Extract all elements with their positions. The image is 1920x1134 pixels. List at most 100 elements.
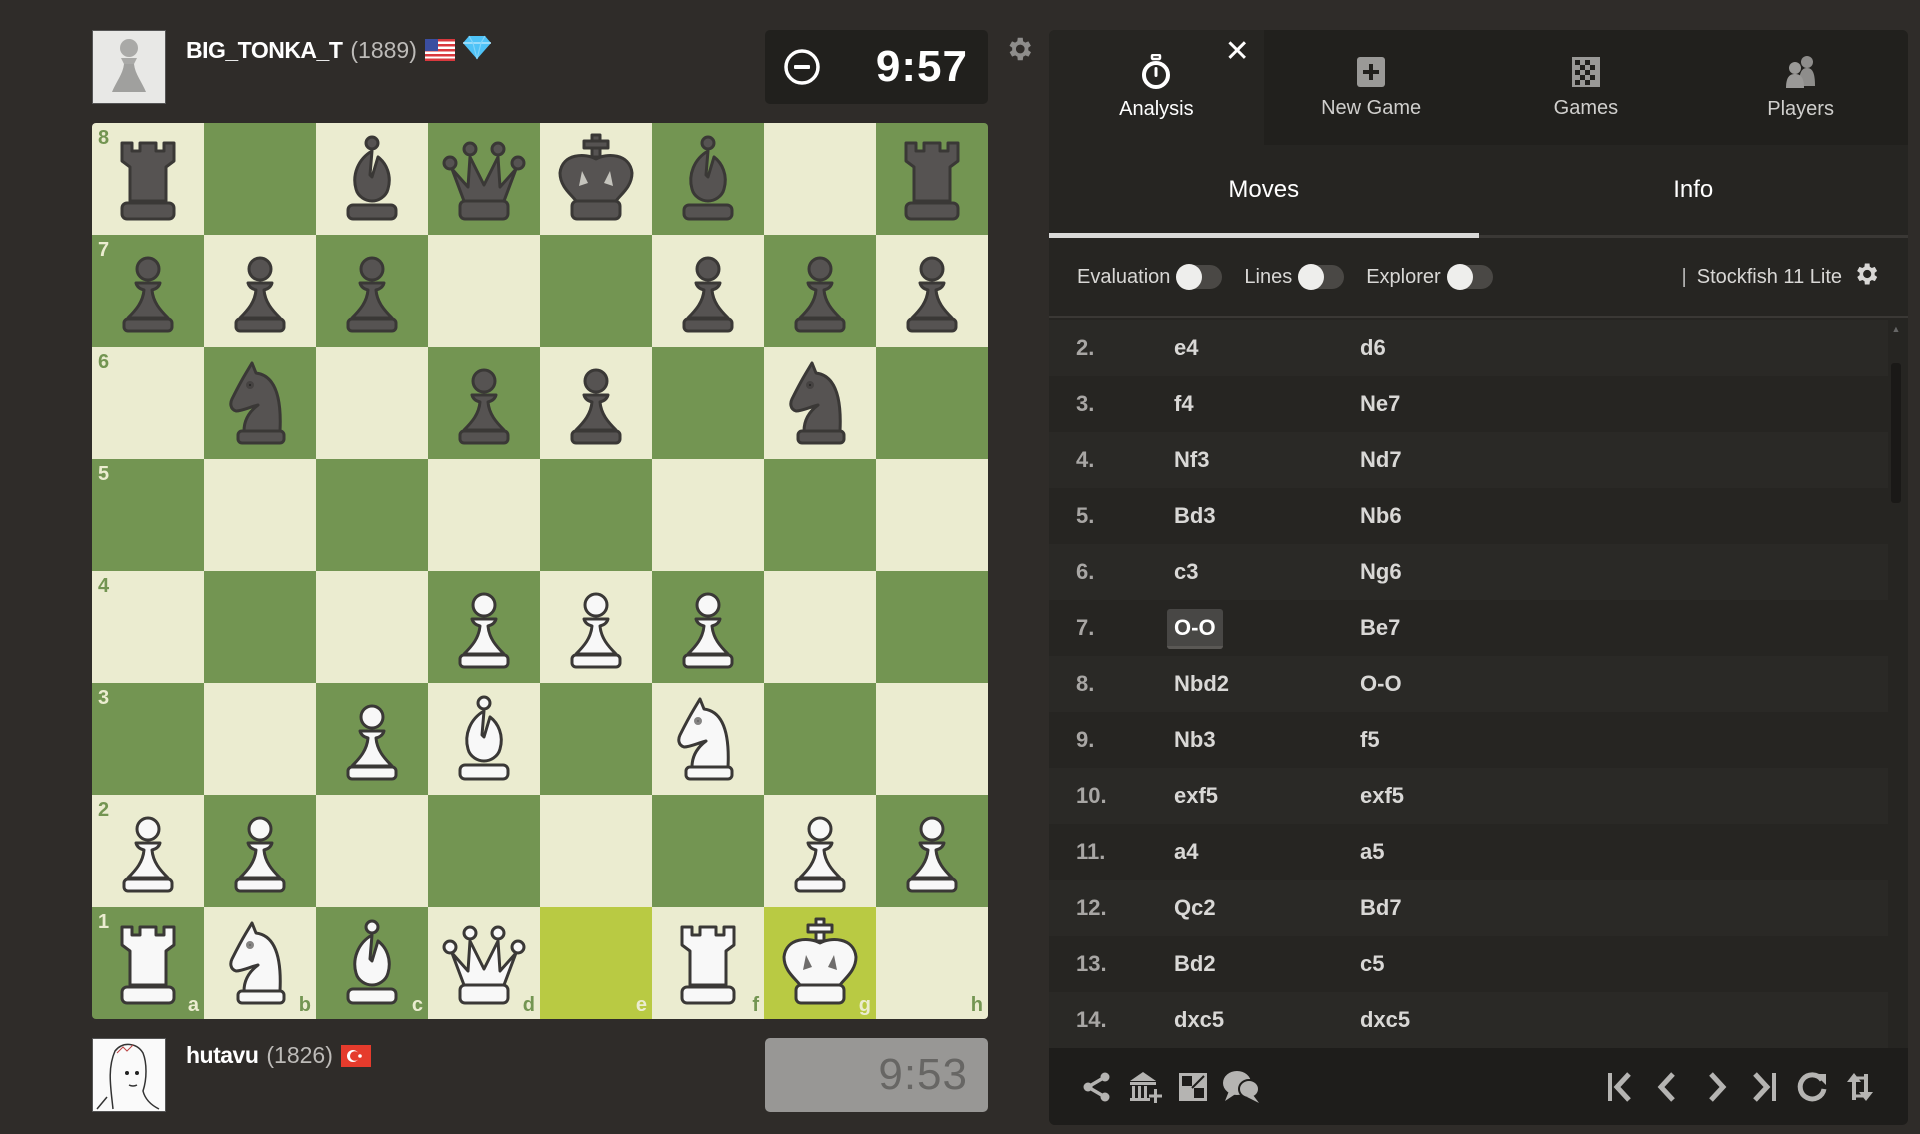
white-move[interactable]: Nb3 (1167, 721, 1223, 758)
top-player-avatar[interactable] (92, 30, 166, 104)
square-c8[interactable] (316, 123, 428, 235)
black-rook-icon[interactable] (98, 129, 198, 229)
engine-settings-gear-icon[interactable] (1852, 260, 1880, 294)
square-c1[interactable]: c (316, 907, 428, 1019)
black-pawn-icon[interactable] (322, 241, 422, 341)
lines-toggle[interactable] (1298, 264, 1345, 290)
white-rook-icon[interactable] (658, 913, 758, 1013)
white-move[interactable]: Qc2 (1167, 889, 1223, 926)
evaluation-toggle[interactable] (1176, 264, 1223, 290)
white-pawn-icon[interactable] (770, 801, 870, 901)
scroll-up-icon[interactable]: ▲ (1890, 324, 1902, 334)
square-f8[interactable] (652, 123, 764, 235)
white-knight-icon[interactable] (210, 913, 310, 1013)
close-icon[interactable]: ✕ (1225, 34, 1250, 69)
square-c2[interactable] (316, 795, 428, 907)
square-c5[interactable] (316, 459, 428, 571)
square-g3[interactable] (764, 683, 876, 795)
chat-icon[interactable] (1221, 1067, 1261, 1107)
square-f5[interactable] (652, 459, 764, 571)
black-move[interactable]: Nb6 (1353, 497, 1409, 534)
square-h3[interactable] (876, 683, 988, 795)
square-a4[interactable]: 4 (92, 571, 204, 683)
square-g1[interactable]: g (764, 907, 876, 1019)
square-e8[interactable] (540, 123, 652, 235)
black-pawn-icon[interactable] (98, 241, 198, 341)
white-move[interactable]: c3 (1167, 553, 1205, 590)
square-g6[interactable] (764, 347, 876, 459)
black-move[interactable]: c5 (1353, 945, 1391, 982)
square-b4[interactable] (204, 571, 316, 683)
white-move[interactable]: e4 (1167, 329, 1205, 366)
nav-analysis[interactable]: Analysis ✕ (1049, 30, 1264, 145)
white-king-icon[interactable] (770, 913, 870, 1013)
previous-move-icon[interactable] (1648, 1067, 1688, 1107)
square-e7[interactable] (540, 235, 652, 347)
white-pawn-icon[interactable] (434, 577, 534, 677)
square-f1[interactable]: f (652, 907, 764, 1019)
first-move-icon[interactable] (1600, 1067, 1640, 1107)
bottom-player-name[interactable]: hutavu (186, 1042, 259, 1069)
square-d2[interactable] (428, 795, 540, 907)
explorer-toggle[interactable] (1446, 264, 1493, 290)
white-move[interactable]: a4 (1167, 833, 1205, 870)
square-e6[interactable] (540, 347, 652, 459)
square-h2[interactable] (876, 795, 988, 907)
flip-board-icon[interactable] (1840, 1067, 1880, 1107)
white-pawn-icon[interactable] (882, 801, 982, 901)
black-king-icon[interactable] (546, 129, 646, 229)
square-a7[interactable]: 7 (92, 235, 204, 347)
white-move[interactable]: Nbd2 (1167, 665, 1236, 702)
chess-board[interactable]: 87654321abcdefgh (92, 123, 988, 1019)
square-g5[interactable] (764, 459, 876, 571)
black-pawn-icon[interactable] (434, 353, 534, 453)
black-pawn-icon[interactable] (770, 241, 870, 341)
move-list-scrollbar[interactable]: ▲ ▼ (1890, 320, 1902, 1070)
black-bishop-icon[interactable] (322, 129, 422, 229)
black-move[interactable]: Ne7 (1353, 385, 1407, 422)
square-a8[interactable]: 8 (92, 123, 204, 235)
nav-games[interactable]: Games (1478, 30, 1694, 145)
nav-players[interactable]: Players (1693, 30, 1908, 145)
square-a3[interactable]: 3 (92, 683, 204, 795)
square-e4[interactable] (540, 571, 652, 683)
square-h6[interactable] (876, 347, 988, 459)
black-move[interactable]: exf5 (1353, 777, 1411, 814)
black-move[interactable]: O-O (1353, 665, 1409, 702)
white-bishop-icon[interactable] (322, 913, 422, 1013)
square-g8[interactable] (764, 123, 876, 235)
black-bishop-icon[interactable] (658, 129, 758, 229)
white-pawn-icon[interactable] (546, 577, 646, 677)
next-move-icon[interactable] (1696, 1067, 1736, 1107)
square-f3[interactable] (652, 683, 764, 795)
tab-moves[interactable]: Moves (1049, 145, 1479, 238)
black-move[interactable]: a5 (1353, 833, 1391, 870)
square-h8[interactable] (876, 123, 988, 235)
black-move[interactable]: dxc5 (1353, 1001, 1417, 1038)
square-b1[interactable]: b (204, 907, 316, 1019)
square-c4[interactable] (316, 571, 428, 683)
black-pawn-icon[interactable] (882, 241, 982, 341)
square-f7[interactable] (652, 235, 764, 347)
white-move[interactable]: Nf3 (1167, 441, 1216, 478)
square-b7[interactable] (204, 235, 316, 347)
square-d5[interactable] (428, 459, 540, 571)
square-b8[interactable] (204, 123, 316, 235)
square-f2[interactable] (652, 795, 764, 907)
nav-new-game[interactable]: New Game (1263, 30, 1479, 145)
white-pawn-icon[interactable] (210, 801, 310, 901)
square-a1[interactable]: 1a (92, 907, 204, 1019)
square-d6[interactable] (428, 347, 540, 459)
square-g7[interactable] (764, 235, 876, 347)
white-rook-icon[interactable] (98, 913, 198, 1013)
white-move[interactable]: dxc5 (1167, 1001, 1231, 1038)
bottom-player-avatar[interactable] (92, 1038, 166, 1112)
white-move[interactable]: exf5 (1167, 777, 1225, 814)
square-b5[interactable] (204, 459, 316, 571)
scroll-thumb[interactable] (1891, 363, 1901, 503)
reset-icon[interactable] (1792, 1067, 1832, 1107)
square-e1[interactable]: e (540, 907, 652, 1019)
white-pawn-icon[interactable] (658, 577, 758, 677)
black-pawn-icon[interactable] (658, 241, 758, 341)
analysis-board-icon[interactable] (1173, 1067, 1213, 1107)
